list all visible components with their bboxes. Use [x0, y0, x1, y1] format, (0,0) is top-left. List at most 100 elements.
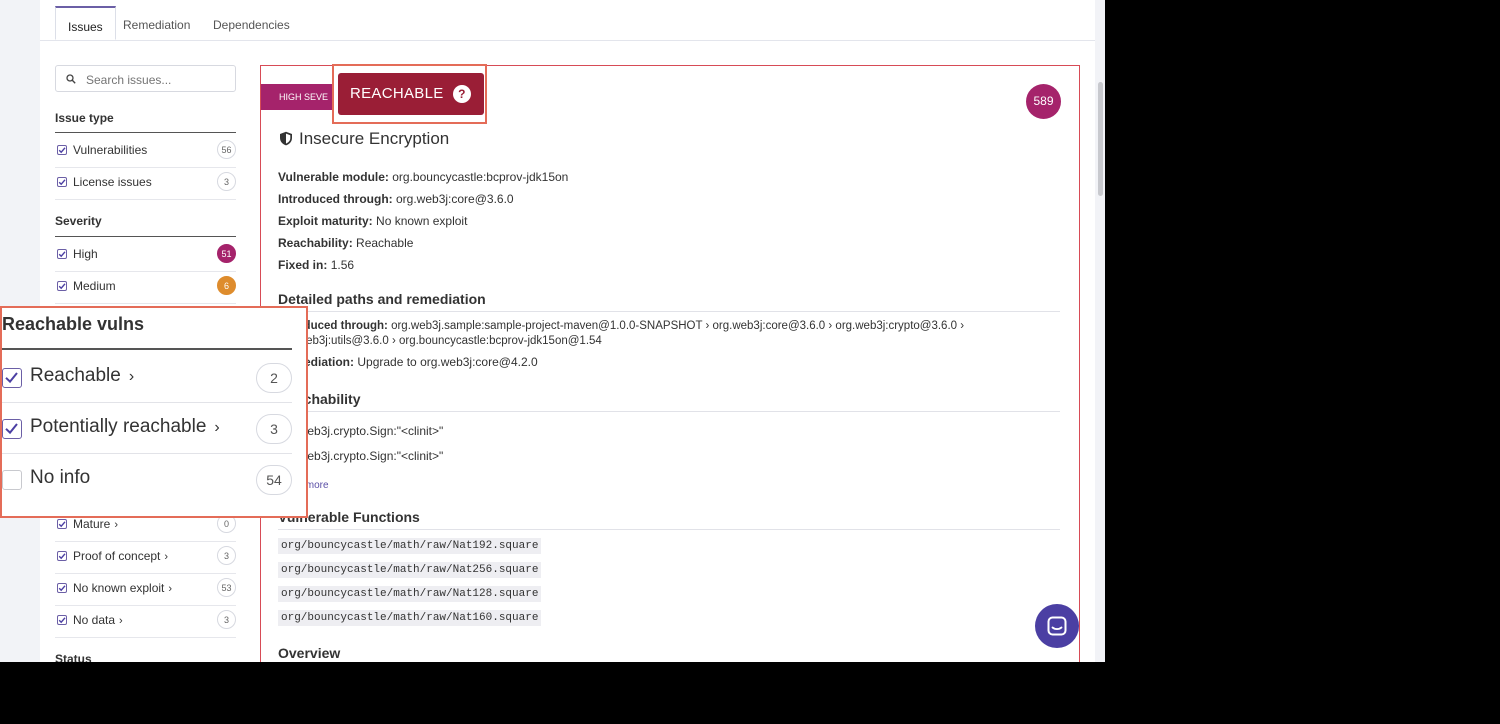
highlight-frame: REACHABLE ?: [332, 64, 487, 124]
scrollbar-thumb[interactable]: [1098, 82, 1103, 196]
count-badge: 3: [217, 546, 236, 565]
section-overview: Overview: [278, 645, 1060, 662]
filter-label: Reachable ›: [30, 365, 135, 386]
count-badge: 51: [217, 244, 236, 263]
divider: [55, 132, 236, 133]
priority-score: 589: [1026, 84, 1061, 119]
reachable-label: REACHABLE: [350, 85, 444, 102]
section-vulnerable-functions: Vulnerable Functions: [278, 509, 1060, 530]
introduced-path: Introduced through: org.web3j.sample:sam…: [278, 320, 965, 347]
filter-no-known-exploit[interactable]: No known exploit › 53: [55, 574, 236, 606]
count-badge: 2: [256, 363, 292, 393]
checkbox[interactable]: [2, 368, 22, 388]
tab-remediation[interactable]: Remediation: [111, 6, 202, 40]
check-icon: [58, 521, 66, 528]
field-exploit-maturity: Exploit maturity: No known exploit: [278, 214, 468, 228]
chat-launcher-button[interactable]: [1035, 604, 1079, 648]
filter-label: Medium: [73, 279, 116, 293]
check-icon: [58, 251, 66, 258]
count-badge: 53: [217, 578, 236, 597]
divider: [2, 348, 292, 350]
filter-label: License issues: [73, 175, 152, 189]
checkbox[interactable]: [57, 249, 67, 259]
checkbox[interactable]: [2, 419, 22, 439]
chevron-right-icon: ›: [128, 368, 135, 385]
reachable-badge[interactable]: REACHABLE ?: [338, 73, 484, 115]
checkbox[interactable]: [57, 519, 67, 529]
search-icon: [66, 74, 76, 84]
checkbox[interactable]: [57, 583, 67, 593]
checkbox[interactable]: [57, 281, 67, 291]
count-badge: 54: [256, 465, 292, 495]
filter-medium[interactable]: Medium 6: [55, 272, 236, 304]
tab-bar: Issues Remediation Dependencies: [40, 0, 1095, 41]
filter-label: No info: [30, 467, 91, 488]
help-icon[interactable]: ?: [453, 85, 471, 103]
section-detailed-paths: Detailed paths and remediation: [278, 291, 1060, 312]
vulnerable-function: org/bouncycastle/math/raw/Nat128.square: [278, 586, 542, 602]
count-badge: 56: [217, 140, 236, 159]
checkbox[interactable]: [57, 145, 67, 155]
filter-title-status: Status: [55, 652, 92, 662]
filter-label: No known exploit ›: [73, 581, 173, 595]
filter-label: Vulnerabilities: [73, 143, 148, 157]
shield-icon: [280, 131, 292, 146]
reachable-vulns-zoom-panel: Reachable vulns Reachable › 2 Potentially…: [0, 306, 308, 518]
tab-issues[interactable]: Issues: [55, 6, 116, 40]
chat-icon: [1047, 616, 1067, 636]
search-input[interactable]: [84, 70, 233, 90]
field-introduced-through: Introduced through: org.web3j:core@3.6.0: [278, 192, 514, 206]
chevron-right-icon: ›: [164, 551, 169, 563]
check-icon: [5, 423, 18, 435]
chevron-right-icon: ›: [168, 583, 173, 595]
filter-proof-of-concept[interactable]: Proof of concept › 3: [55, 542, 236, 574]
severity-badge: HIGH SEVE: [261, 84, 335, 110]
search-box[interactable]: [55, 65, 236, 92]
remediation: Remediation: Upgrade to org.web3j:core@4…: [278, 355, 538, 369]
vulnerable-function: org/bouncycastle/math/raw/Nat192.square: [278, 538, 542, 554]
filter-no-info[interactable]: No info 54: [2, 454, 292, 505]
check-icon: [58, 147, 66, 154]
count-badge: 3: [256, 414, 292, 444]
issue-card: HIGH SEVE REACHABLE ? 589 Insecure Encry…: [260, 64, 1080, 662]
check-icon: [58, 617, 66, 624]
filter-label: Proof of concept ›: [73, 549, 169, 563]
field-reachability: Reachability: Reachable: [278, 236, 414, 250]
divider: [55, 236, 236, 237]
checkbox[interactable]: [57, 551, 67, 561]
filter-vulnerabilities[interactable]: Vulnerabilities 56: [55, 136, 236, 168]
check-icon: [58, 585, 66, 592]
checkbox[interactable]: [57, 615, 67, 625]
filter-label: No data ›: [73, 613, 123, 627]
chevron-right-icon: ›: [114, 519, 119, 531]
vulnerable-function: org/bouncycastle/math/raw/Nat160.square: [278, 610, 542, 626]
count-badge: 6: [217, 276, 236, 295]
filter-label: Potentially reachable ›: [30, 416, 220, 437]
issue-title: Insecure Encryption: [279, 129, 449, 149]
filter-no-data[interactable]: No data › 3: [55, 606, 236, 638]
filter-title-issue-type: Issue type: [55, 111, 114, 125]
field-vulnerable-module: Vulnerable module: org.bouncycastle:bcpr…: [278, 170, 569, 184]
filter-title-severity: Severity: [55, 214, 102, 228]
check-icon: [58, 179, 66, 186]
filter-potentially-reachable[interactable]: Potentially reachable › 3: [2, 403, 292, 454]
count-badge: 3: [217, 172, 236, 191]
filter-reachable[interactable]: Reachable › 2: [2, 352, 292, 403]
count-badge: 3: [217, 610, 236, 629]
check-icon: [5, 372, 18, 384]
vulnerable-function: org/bouncycastle/math/raw/Nat256.square: [278, 562, 542, 578]
chevron-right-icon: ›: [214, 419, 220, 436]
filter-high[interactable]: High 51: [55, 240, 236, 272]
check-icon: [58, 283, 66, 290]
filter-title-reachable-vulns: Reachable vulns: [2, 314, 145, 334]
chevron-right-icon: ›: [119, 615, 123, 627]
tab-dependencies[interactable]: Dependencies: [201, 6, 302, 40]
check-icon: [58, 553, 66, 560]
checkbox[interactable]: [57, 177, 67, 187]
filter-license-issues[interactable]: License issues 3: [55, 168, 236, 200]
filter-label: Mature ›: [73, 517, 119, 531]
section-reachability: Reachability: [278, 391, 1060, 412]
field-fixed-in: Fixed in: 1.56: [278, 258, 355, 272]
checkbox[interactable]: [2, 470, 22, 490]
filter-label: High: [73, 247, 98, 261]
